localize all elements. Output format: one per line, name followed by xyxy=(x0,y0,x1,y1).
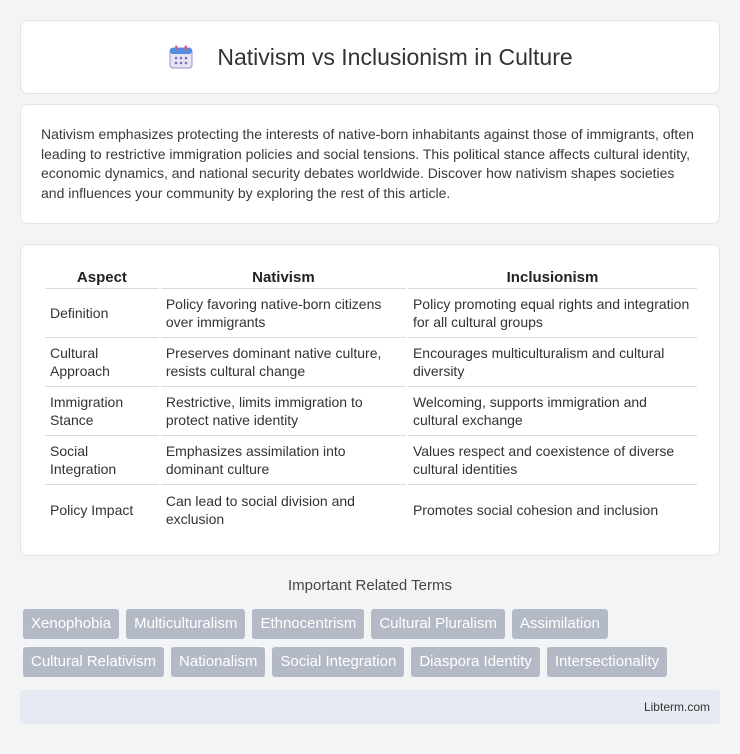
title-card: Nativism vs Inclusionism in Culture xyxy=(20,20,720,94)
tag-intersectionality[interactable]: Intersectionality xyxy=(546,647,668,677)
row-nativism: Restrictive, limits immigration to prote… xyxy=(160,387,406,436)
page-title: Nativism vs Inclusionism in Culture xyxy=(217,43,573,70)
footer: Libterm.com xyxy=(20,690,720,724)
header-aspect: Aspect xyxy=(45,267,159,289)
row-aspect: Social Integration xyxy=(45,436,159,485)
tag-row: Xenophobia Multiculturalism Ethnocentris… xyxy=(23,609,723,639)
calendar-icon xyxy=(167,43,195,71)
row-nativism: Emphasizes assimilation into dominant cu… xyxy=(160,436,406,485)
table-row: Immigration Stance Restrictive, limits i… xyxy=(45,387,697,436)
header-inclusionism: Inclusionism xyxy=(407,267,697,289)
intro-paragraph: Nativism emphasizes protecting the inter… xyxy=(41,126,694,201)
intro-card: Nativism emphasizes protecting the inter… xyxy=(20,104,720,224)
footer-brand-link[interactable]: Libterm.com xyxy=(644,700,710,714)
row-aspect: Definition xyxy=(45,289,159,338)
tag-social-integration[interactable]: Social Integration xyxy=(272,647,405,677)
tag-nationalism[interactable]: Nationalism xyxy=(171,647,266,677)
tag-ethnocentrism[interactable]: Ethnocentrism xyxy=(252,609,365,639)
row-aspect: Cultural Approach xyxy=(45,338,159,387)
row-inclusionism: Promotes social cohesion and inclusion xyxy=(412,501,659,518)
tag-cultural-relativism[interactable]: Cultural Relativism xyxy=(23,647,165,677)
row-aspect: Policy Impact xyxy=(50,501,134,518)
table-header-row: Aspect Nativism Inclusionism xyxy=(45,267,697,289)
comparison-table-card: Aspect Nativism Inclusionism Definition … xyxy=(20,244,720,556)
comparison-table: Aspect Nativism Inclusionism Definition … xyxy=(43,267,699,534)
row-nativism: Preserves dominant native culture, resis… xyxy=(160,338,406,387)
row-nativism: Can lead to social division and exclusio… xyxy=(165,492,355,527)
table-row: Definition Policy favoring native-born c… xyxy=(45,289,697,338)
related-terms-tags: Xenophobia Multiculturalism Ethnocentris… xyxy=(23,609,723,685)
tag-assimilation[interactable]: Assimilation xyxy=(511,609,608,639)
row-inclusionism: Policy promoting equal rights and integr… xyxy=(407,289,697,338)
tag-diaspora-identity[interactable]: Diaspora Identity xyxy=(411,647,540,677)
header-nativism: Nativism xyxy=(160,267,406,289)
row-inclusionism: Values respect and coexistence of divers… xyxy=(407,436,697,485)
row-nativism: Policy favoring native-born citizens ove… xyxy=(160,289,406,338)
tag-row: Cultural Relativism Nationalism Social I… xyxy=(23,647,723,677)
row-inclusionism: Encourages multiculturalism and cultural… xyxy=(407,338,697,387)
tag-cultural-pluralism[interactable]: Cultural Pluralism xyxy=(371,609,505,639)
tag-multiculturalism[interactable]: Multiculturalism xyxy=(126,609,246,639)
tag-xenophobia[interactable]: Xenophobia xyxy=(23,609,120,639)
related-terms-heading: Important Related Terms xyxy=(288,577,452,594)
table-row: Policy Impact Can lead to social divisio… xyxy=(45,485,697,534)
row-aspect: Immigration Stance xyxy=(45,387,159,436)
table-row: Social Integration Emphasizes assimilati… xyxy=(45,436,697,485)
table-row: Cultural Approach Preserves dominant nat… xyxy=(45,338,697,387)
row-inclusionism: Welcoming, supports immigration and cult… xyxy=(407,387,697,436)
